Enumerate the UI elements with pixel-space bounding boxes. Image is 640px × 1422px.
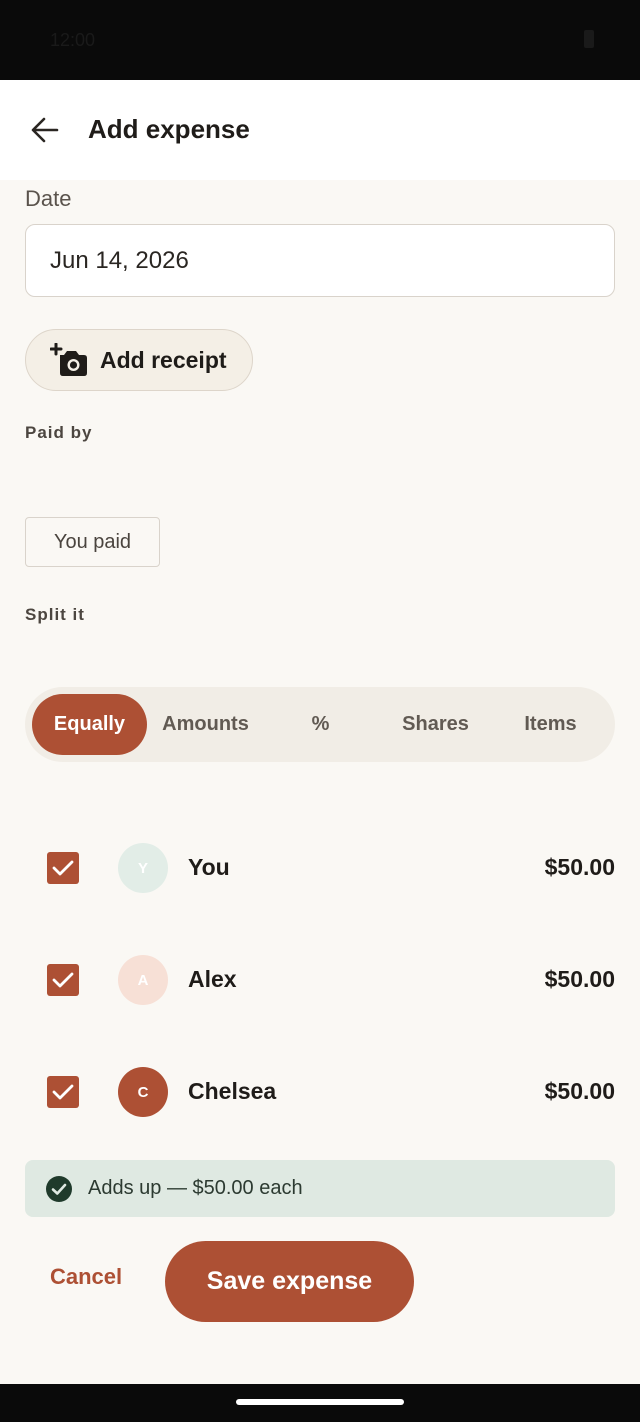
include-checkbox[interactable] xyxy=(47,1076,79,1108)
paid-by-chip[interactable]: You paid xyxy=(25,517,160,567)
split-summary-banner: Adds up — $50.00 each xyxy=(25,1160,615,1217)
tab-equally[interactable]: Equally xyxy=(32,694,147,755)
add-receipt-label: Add receipt xyxy=(100,346,227,373)
add-receipt-button[interactable]: Add receipt xyxy=(25,329,253,391)
date-field[interactable]: Jun 14, 2026 xyxy=(25,224,615,297)
tab-percent[interactable]: % xyxy=(263,694,378,755)
person-amount: $50.00 xyxy=(544,966,615,992)
date-value: Jun 14, 2026 xyxy=(50,246,189,274)
check-icon xyxy=(52,860,74,876)
avatar: Y xyxy=(118,843,168,893)
status-time: 12:00 xyxy=(50,30,96,50)
app-bar: Add expense xyxy=(0,80,640,180)
cancel-button[interactable]: Cancel xyxy=(50,1264,122,1290)
status-bar: 12:00 xyxy=(0,0,640,80)
split-summary-text: Adds up — $50.00 each xyxy=(88,1177,303,1199)
tab-amounts[interactable]: Amounts xyxy=(148,694,263,755)
paid-by-label: Paid by xyxy=(25,423,93,442)
person-amount: $50.00 xyxy=(544,854,615,880)
include-checkbox[interactable] xyxy=(47,852,79,884)
home-indicator[interactable] xyxy=(236,1399,404,1405)
back-button[interactable] xyxy=(22,107,68,153)
check-circle-icon xyxy=(46,1175,72,1202)
split-mode-tabs: Equally Amounts % Shares Items xyxy=(25,687,615,762)
system-nav-bar xyxy=(0,1384,640,1422)
save-expense-button[interactable]: Save expense xyxy=(165,1241,414,1322)
person-name: Alex xyxy=(188,966,237,992)
check-icon xyxy=(52,972,74,988)
tab-items[interactable]: Items xyxy=(493,694,608,755)
tab-shares[interactable]: Shares xyxy=(378,694,493,755)
avatar: C xyxy=(118,1067,168,1117)
avatar: A xyxy=(118,955,168,1005)
arrow-left-icon xyxy=(31,117,59,143)
person-row: Y You $50.00 xyxy=(0,838,640,898)
person-name: You xyxy=(188,854,230,880)
add-camera-icon xyxy=(50,343,87,376)
person-row: A Alex $50.00 xyxy=(0,950,640,1010)
split-label: Split it xyxy=(25,605,85,624)
date-label: Date xyxy=(25,186,72,211)
person-name: Chelsea xyxy=(188,1078,277,1104)
check-icon xyxy=(52,1084,74,1100)
page-title: Add expense xyxy=(88,114,250,144)
include-checkbox[interactable] xyxy=(47,964,79,996)
person-row: C Chelsea $50.00 xyxy=(0,1062,640,1122)
person-amount: $50.00 xyxy=(544,1078,615,1104)
battery-icon xyxy=(584,30,594,48)
